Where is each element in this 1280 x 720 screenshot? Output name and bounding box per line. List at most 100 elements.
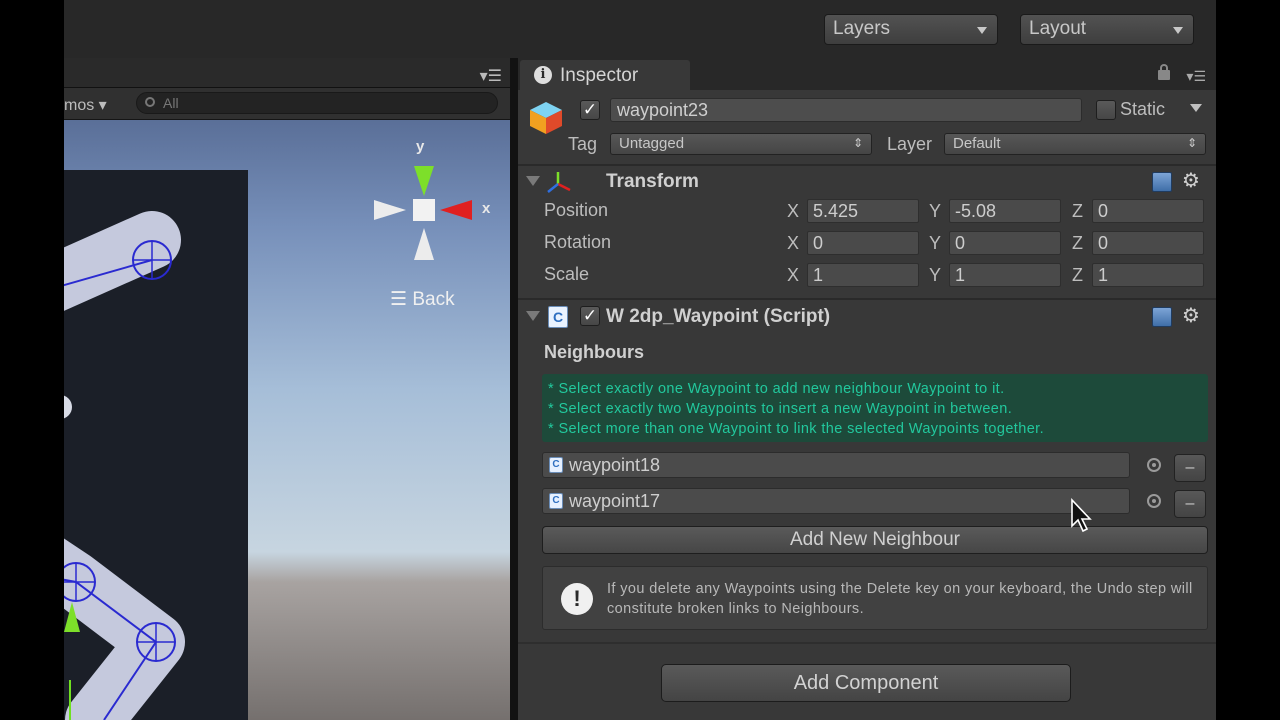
neighbours-label: Neighbours (544, 342, 645, 362)
warning-icon: ! (561, 583, 593, 615)
scale-z-field[interactable]: 1 (1092, 263, 1204, 287)
help-line: * Select exactly one Waypoint to add new… (548, 381, 1005, 397)
rotation-x-field[interactable]: 0 (807, 231, 919, 255)
foldout-arrow-icon[interactable] (526, 311, 540, 321)
add-component-button[interactable]: Add Component (661, 664, 1071, 702)
gear-icon[interactable]: ⚙ (1182, 168, 1200, 193)
axis-z-label: Z (1072, 265, 1083, 285)
axis-z-label: Z (1072, 233, 1083, 253)
scene-toolbar: mos ▾ All (64, 88, 510, 120)
scene-tab-bar: ▾☰ (64, 58, 510, 88)
chevron-down-icon (1173, 27, 1183, 34)
scene-view[interactable]: ▾☰ mos ▾ All y x ☰ Back (64, 58, 510, 720)
tab-inspector[interactable]: i Inspector (520, 60, 690, 90)
layers-dropdown[interactable]: Layers (824, 14, 998, 45)
gizmo-y-cone[interactable] (414, 166, 434, 196)
chevron-down-icon (977, 27, 987, 34)
layer-value: Default (953, 135, 1001, 152)
view-back-button[interactable]: ☰ Back (390, 288, 455, 311)
right-letterbox (1216, 0, 1280, 720)
tab-menu-icon[interactable]: ▾☰ (480, 66, 502, 86)
gameobject-name-value: waypoint23 (617, 100, 709, 120)
section-separator (518, 298, 1216, 300)
help-book-icon[interactable] (1152, 172, 1172, 192)
gameobject-name-field[interactable]: waypoint23 (610, 98, 1082, 122)
layer-popup[interactable]: Default ⇕ (944, 133, 1206, 155)
gizmo-neg-x-cone[interactable] (374, 200, 406, 220)
rotation-z-field[interactable]: 0 (1092, 231, 1204, 255)
gizmo-x-cone[interactable] (440, 200, 472, 220)
transform-header[interactable]: Transform ⚙ (518, 166, 1216, 198)
rotation-x-value: 0 (813, 233, 824, 253)
updown-icon: ⇕ (1186, 136, 1197, 150)
gameobject-active-checkbox[interactable]: ✓ (580, 100, 600, 120)
help-book-icon[interactable] (1152, 307, 1172, 327)
lock-icon[interactable] (1158, 64, 1170, 80)
rotation-y-field[interactable]: 0 (949, 231, 1061, 255)
scene-search-input[interactable]: All (136, 92, 498, 114)
axis-z-label: Z (1072, 201, 1083, 221)
scale-x-field[interactable]: 1 (807, 263, 919, 287)
scale-z-value: 1 (1098, 265, 1109, 285)
list-icon: ☰ (390, 289, 408, 310)
tag-popup[interactable]: Untagged ⇕ (610, 133, 872, 155)
gizmo-center-cube[interactable] (413, 199, 435, 221)
tab-inspector-label: Inspector (560, 65, 639, 86)
info-icon: i (534, 66, 552, 84)
add-new-neighbour-button[interactable]: Add New Neighbour (542, 526, 1208, 554)
position-z-value: 0 (1098, 201, 1109, 221)
gizmos-dropdown[interactable]: mos ▾ (64, 95, 107, 115)
position-y-value: -5.08 (955, 201, 997, 221)
script-component-header[interactable]: C ✓ W 2dp_Waypoint (Script) ⚙ (518, 301, 1216, 333)
inspector-tab-bar: i Inspector ▾☰ (518, 58, 1216, 90)
gear-icon[interactable]: ⚙ (1182, 303, 1200, 328)
gizmo-x-label: x (482, 200, 491, 217)
object-picker-icon[interactable] (1147, 494, 1161, 508)
script-enabled-checkbox[interactable]: ✓ (580, 306, 600, 326)
position-y-field[interactable]: -5.08 (949, 199, 1061, 223)
remove-label: – (1185, 495, 1195, 512)
axis-y-label: Y (929, 265, 942, 285)
tag-value: Untagged (619, 135, 685, 152)
static-checkbox[interactable] (1096, 100, 1116, 120)
axis-x-label: X (787, 233, 800, 253)
position-x-field[interactable]: 5.425 (807, 199, 919, 223)
remove-neighbour-button[interactable]: – (1174, 454, 1206, 482)
delete-warning-box: ! If you delete any Waypoints using the … (542, 566, 1208, 630)
layer-label: Layer (887, 134, 933, 154)
axis-y-label: Y (929, 233, 942, 253)
scale-x-value: 1 (813, 265, 824, 285)
layout-dropdown[interactable]: Layout (1020, 14, 1194, 45)
position-x-value: 5.425 (813, 201, 859, 221)
axis-x-label: X (787, 201, 800, 221)
object-picker-icon[interactable] (1147, 458, 1161, 472)
gizmo-y-label: y (416, 138, 425, 155)
static-dropdown-icon[interactable] (1190, 104, 1202, 112)
transform-title: Transform (606, 171, 699, 192)
gameobject-cube-icon (530, 102, 562, 134)
add-new-neighbour-label: Add New Neighbour (789, 529, 961, 550)
section-separator (518, 642, 1216, 644)
panel-divider[interactable] (510, 58, 518, 720)
position-z-field[interactable]: 0 (1092, 199, 1204, 223)
search-icon (145, 97, 155, 107)
neighbour-value: waypoint17 (569, 491, 661, 511)
warning-text: If you delete any Waypoints using the De… (607, 581, 1193, 617)
inspector-panel: i Inspector ▾☰ ✓ waypoint23 Static Tag U… (518, 58, 1216, 720)
scale-y-field[interactable]: 1 (949, 263, 1061, 287)
foldout-arrow-icon[interactable] (526, 176, 540, 186)
axis-y-label: Y (929, 201, 942, 221)
neighbour-field[interactable]: C waypoint17 (542, 488, 1130, 514)
layers-dropdown-label: Layers (833, 18, 891, 39)
gizmos-label: mos (64, 97, 95, 114)
script-icon: C (548, 306, 568, 328)
neighbours-help-box: * Select exactly one Waypoint to add new… (542, 374, 1208, 442)
remove-neighbour-button[interactable]: – (1174, 490, 1206, 518)
scene-viewport[interactable]: y x ☰ Back (64, 120, 510, 720)
tab-menu-icon[interactable]: ▾☰ (1186, 68, 1206, 85)
remove-label: – (1185, 459, 1195, 476)
gizmo-neg-y-cone[interactable] (414, 228, 434, 260)
neighbour-field[interactable]: C waypoint18 (542, 452, 1130, 478)
mouse-cursor-icon (1071, 498, 1092, 533)
layout-dropdown-label: Layout (1029, 18, 1087, 39)
